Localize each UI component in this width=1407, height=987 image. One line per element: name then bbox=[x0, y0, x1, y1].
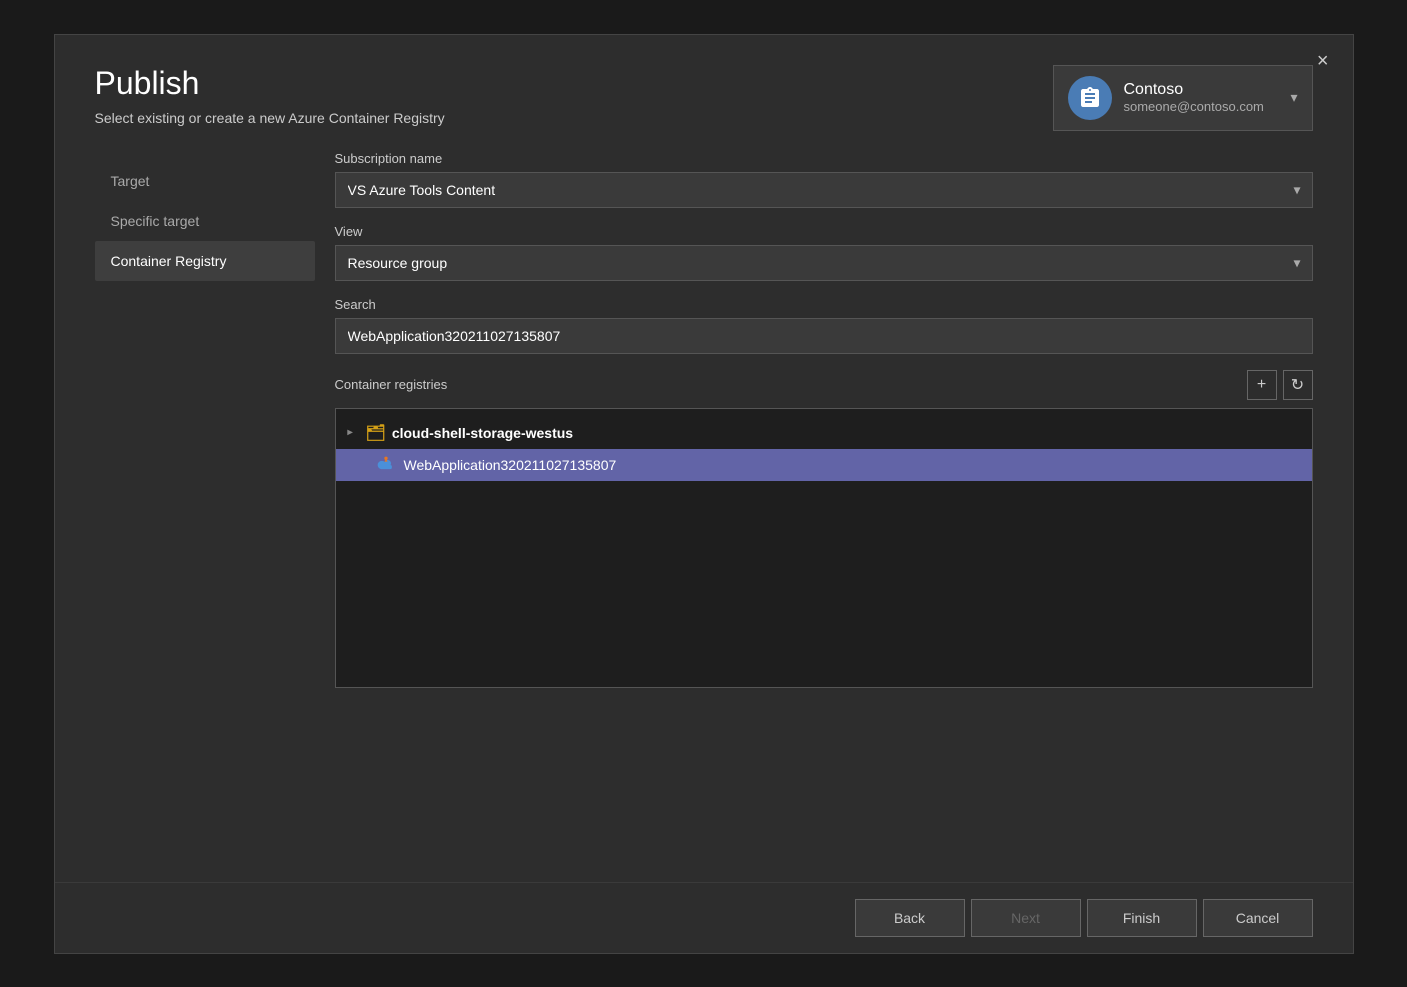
account-name: Contoso bbox=[1124, 81, 1279, 99]
header-left: Publish Select existing or create a new … bbox=[95, 65, 445, 126]
folder-icon: 🗂 bbox=[366, 423, 386, 443]
account-widget[interactable]: Contoso someone@contoso.com ▾ bbox=[1053, 65, 1313, 131]
dialog-footer: Back Next Finish Cancel bbox=[55, 882, 1353, 953]
dialog-subtitle: Select existing or create a new Azure Co… bbox=[95, 110, 445, 126]
tree-group-item[interactable]: ▸ 🗂 cloud-shell-storage-westus bbox=[336, 417, 1312, 449]
sidebar-item-container-registry[interactable]: Container Registry bbox=[95, 241, 315, 281]
subscription-select-wrapper: VS Azure Tools Content bbox=[335, 172, 1313, 208]
registries-label: Container registries bbox=[335, 377, 448, 392]
chevron-down-icon: ▾ bbox=[1290, 89, 1297, 106]
tree-child-name: WebApplication320211027135807 bbox=[404, 457, 617, 473]
cloud-registry-icon bbox=[376, 455, 396, 475]
search-input[interactable] bbox=[335, 318, 1313, 354]
clipboard-icon bbox=[1078, 86, 1102, 110]
cancel-button[interactable]: Cancel bbox=[1203, 899, 1313, 937]
close-button[interactable]: × bbox=[1309, 47, 1337, 75]
view-group: View Resource group bbox=[335, 224, 1313, 281]
tree-view: ▸ 🗂 cloud-shell-storage-westus WebApplic bbox=[335, 408, 1313, 688]
publish-dialog: × Publish Select existing or create a ne… bbox=[54, 34, 1354, 954]
view-select-wrapper: Resource group bbox=[335, 245, 1313, 281]
search-group: Search bbox=[335, 297, 1313, 354]
registries-header: Container registries + ↻ bbox=[335, 370, 1313, 400]
dialog-header: Publish Select existing or create a new … bbox=[55, 35, 1353, 151]
add-registry-button[interactable]: + bbox=[1247, 370, 1277, 400]
dialog-title: Publish bbox=[95, 65, 445, 102]
tree-child-item[interactable]: WebApplication320211027135807 bbox=[336, 449, 1312, 481]
main-content: Subscription name VS Azure Tools Content… bbox=[315, 151, 1313, 882]
sidebar-item-specific-target[interactable]: Specific target bbox=[95, 201, 315, 241]
search-label: Search bbox=[335, 297, 1313, 312]
dialog-body: Target Specific target Container Registr… bbox=[55, 151, 1353, 882]
account-icon bbox=[1068, 76, 1112, 120]
account-email: someone@contoso.com bbox=[1124, 99, 1279, 114]
next-button[interactable]: Next bbox=[971, 899, 1081, 937]
registries-actions: + ↻ bbox=[1247, 370, 1313, 400]
refresh-button[interactable]: ↻ bbox=[1283, 370, 1313, 400]
registries-section: Container registries + ↻ ▸ 🗂 cloud-shell… bbox=[335, 370, 1313, 688]
subscription-group: Subscription name VS Azure Tools Content bbox=[335, 151, 1313, 208]
back-button[interactable]: Back bbox=[855, 899, 965, 937]
sidebar-item-target[interactable]: Target bbox=[95, 161, 315, 201]
sidebar: Target Specific target Container Registr… bbox=[95, 151, 315, 882]
tree-group-name: cloud-shell-storage-westus bbox=[392, 425, 573, 441]
finish-button[interactable]: Finish bbox=[1087, 899, 1197, 937]
expand-icon: ▸ bbox=[348, 427, 360, 438]
subscription-select[interactable]: VS Azure Tools Content bbox=[335, 172, 1313, 208]
subscription-label: Subscription name bbox=[335, 151, 1313, 166]
view-select[interactable]: Resource group bbox=[335, 245, 1313, 281]
view-label: View bbox=[335, 224, 1313, 239]
account-info: Contoso someone@contoso.com bbox=[1124, 81, 1279, 114]
